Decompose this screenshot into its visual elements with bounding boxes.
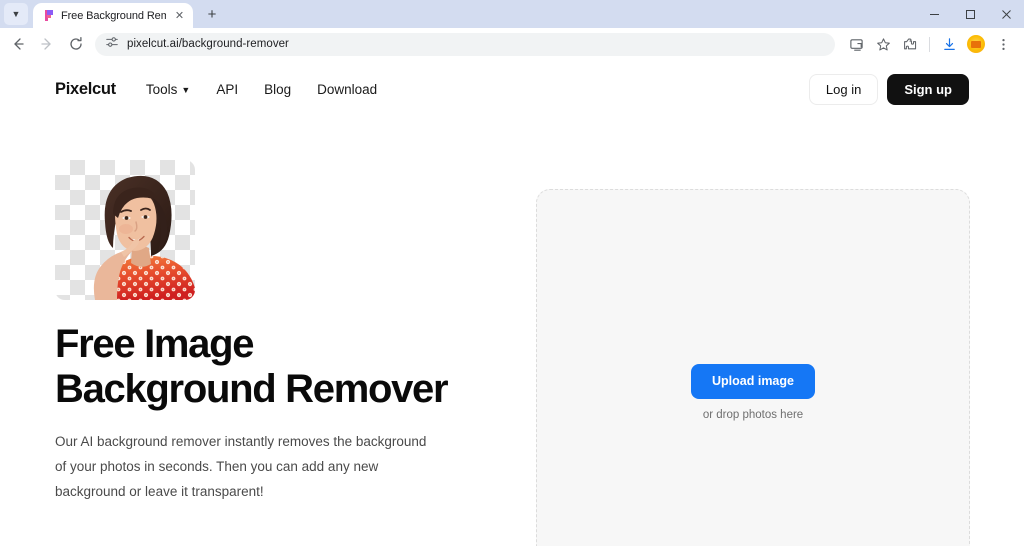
woman-cutout-illustration <box>93 175 195 300</box>
forward-button[interactable] <box>33 31 60 58</box>
toolbar-divider <box>929 36 930 52</box>
nav-link-blog[interactable]: Blog <box>264 82 291 97</box>
close-button[interactable] <box>988 0 1024 28</box>
page-title: Free Image Background Remover <box>55 322 485 412</box>
drop-hint-text: or drop photos here <box>702 408 804 421</box>
page-viewport: Pixelcut Tools ▼ API Blog Download Log i… <box>0 60 1024 546</box>
hero-description: Our AI background remover instantly remo… <box>55 434 427 500</box>
nav-link-api[interactable]: API <box>216 82 238 97</box>
tab-search-button[interactable]: ▼ <box>4 3 28 25</box>
window-controls <box>916 0 1024 28</box>
toolbar-icon-group <box>843 31 1016 57</box>
login-button[interactable]: Log in <box>808 73 879 105</box>
tune-icon[interactable] <box>105 35 119 54</box>
back-button[interactable] <box>4 31 31 58</box>
nav-link-tools-label: Tools <box>145 81 178 97</box>
nav-link-download[interactable]: Download <box>317 82 377 97</box>
upload-dropzone[interactable]: Upload image or drop photos here <box>536 189 970 546</box>
site-logo[interactable]: Pixelcut <box>55 80 116 99</box>
reload-button[interactable] <box>62 31 89 58</box>
nav-link-group: Tools ▼ API Blog Download <box>146 82 377 97</box>
chevron-down-icon: ▼ <box>11 9 21 19</box>
chevron-down-icon: ▼ <box>181 85 191 95</box>
browser-tab[interactable]: Free Background Remover: Rem ✕ <box>33 3 193 28</box>
headline-line-2: Background Remover <box>55 367 449 412</box>
more-menu-icon[interactable] <box>990 31 1016 57</box>
site-navigation: Pixelcut Tools ▼ API Blog Download Log i… <box>0 60 1024 118</box>
browser-toolbar: pixelcut.ai/background-remover <box>0 28 1024 60</box>
tab-strip: ▼ Free Background Remover: Rem ✕ + <box>0 0 1024 28</box>
maximize-button[interactable] <box>952 0 988 28</box>
url-text: pixelcut.ai/background-remover <box>127 38 289 50</box>
account-actions: Log in Sign up <box>808 73 969 105</box>
pixelcut-favicon-icon <box>42 9 55 22</box>
hero-copy-column: Free Image Background Remover Our AI bac… <box>55 160 485 505</box>
headline-line-1: Free Image <box>55 322 255 366</box>
minimize-button[interactable] <box>916 0 952 28</box>
address-bar[interactable]: pixelcut.ai/background-remover <box>95 32 835 56</box>
hero-sample-image <box>55 160 195 300</box>
upload-image-button[interactable]: Upload image <box>691 364 815 399</box>
new-tab-button[interactable]: + <box>199 1 225 27</box>
bookmark-star-icon[interactable] <box>870 31 896 57</box>
extensions-puzzle-icon[interactable] <box>897 31 923 57</box>
profile-avatar-icon[interactable] <box>963 31 989 57</box>
browser-window: ▼ Free Background Remover: Rem ✕ + <box>0 0 1024 546</box>
tab-close-icon[interactable]: ✕ <box>172 8 187 23</box>
cast-icon[interactable] <box>843 31 869 57</box>
tab-title: Free Background Remover: Rem <box>61 9 166 22</box>
downloads-icon[interactable] <box>936 31 962 57</box>
nav-link-tools[interactable]: Tools ▼ <box>146 82 190 97</box>
signup-button[interactable]: Sign up <box>887 73 969 105</box>
